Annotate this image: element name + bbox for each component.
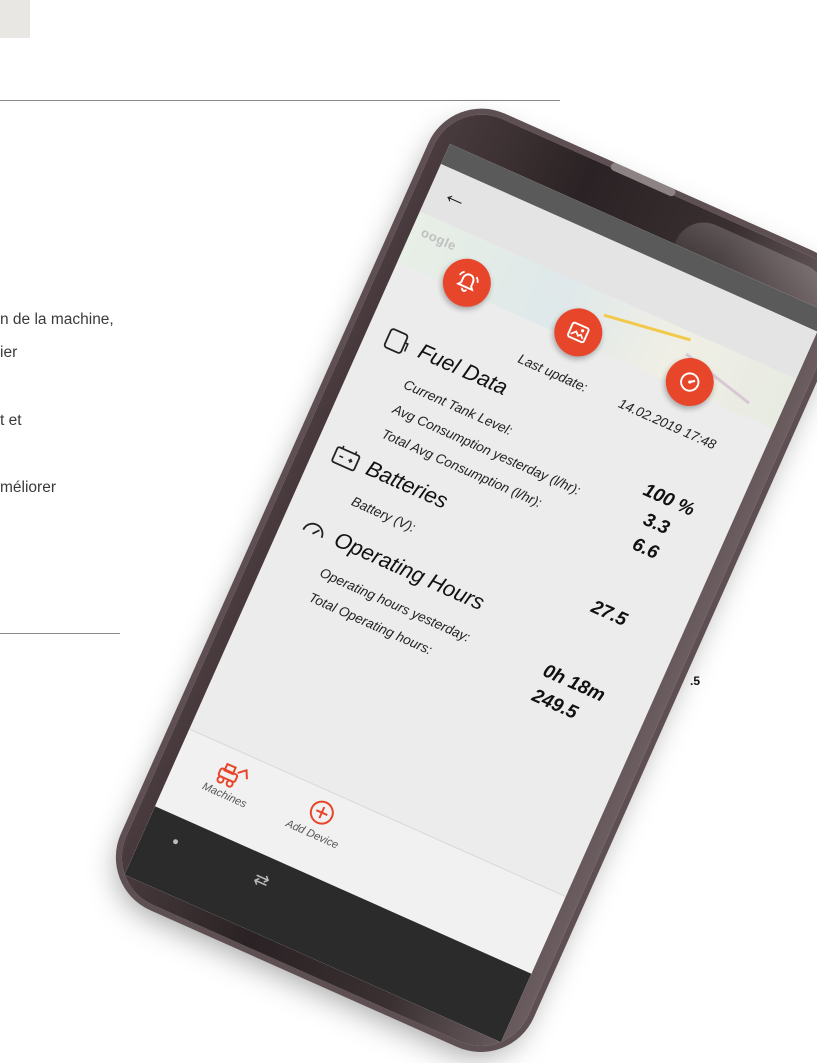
speaker-grille [609,161,677,198]
battery-voltage-label: Battery (V): [349,493,418,536]
alarm-bell-icon [455,270,479,292]
last-update-label: Last update: [515,351,590,395]
battery-voltage-value: 27.5 [587,596,631,631]
speedometer-icon [302,522,324,539]
fuel-tank-icon [383,328,409,354]
battery-icon [331,445,361,472]
nav-add-device[interactable]: Add Device [269,782,369,859]
body-text-line-2: ier [0,344,18,361]
smartphone: ← oogle Last update: 14.02.2019 17:48 Fu… [105,98,817,1063]
last-update-value: 14.02.2019 17:48 [616,395,719,453]
body-text-line-1: n de la machine, [0,311,114,328]
page-number: .5 [690,674,701,688]
gauge-icon [680,372,700,392]
divider-bottom [0,633,120,634]
image-icon [567,321,590,344]
recent-apps-icon[interactable]: • [168,831,183,853]
back-nav-icon[interactable]: ⇄ [250,868,273,893]
corner-image [0,0,30,38]
map-logo: oogle [418,224,459,254]
body-text-line-3: t et [0,412,22,429]
nav-machines[interactable]: Machines [181,742,281,819]
arrow-left-icon[interactable]: ← [438,177,474,216]
divider-top [0,100,560,101]
body-text-line-4: méliorer [0,479,56,496]
avg-consumption-yesterday-value: 3.3 [639,509,673,540]
total-avg-consumption-value: 6.6 [628,533,662,564]
